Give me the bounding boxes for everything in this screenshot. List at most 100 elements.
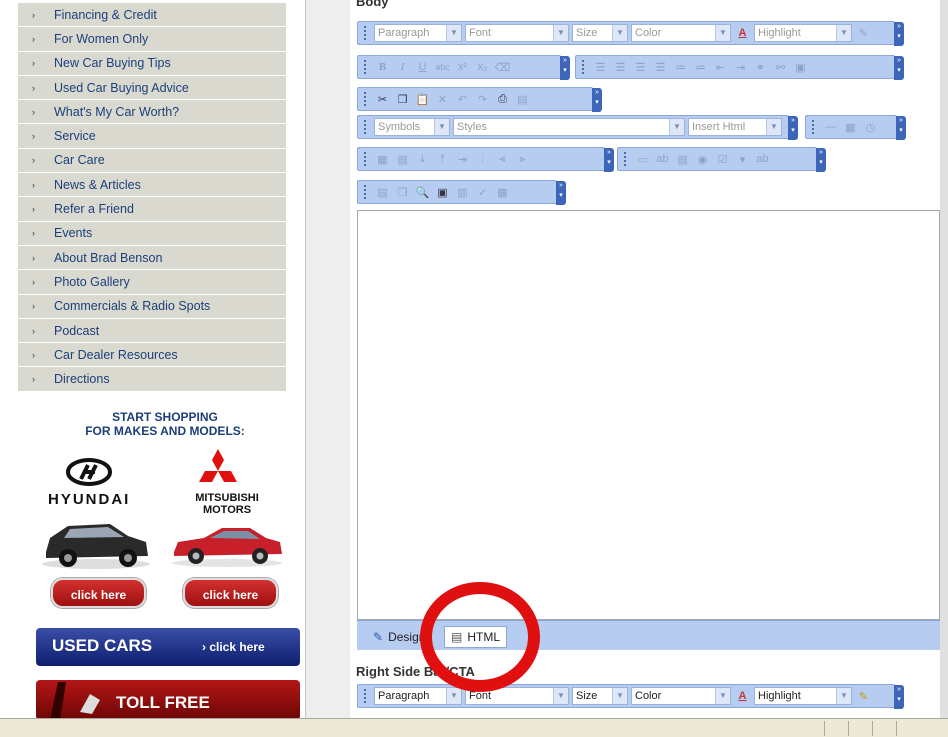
preview-icon[interactable]: 🔍: [414, 184, 431, 201]
toolbar-grip[interactable]: [364, 689, 368, 703]
checkbox-icon[interactable]: ☑: [714, 151, 731, 168]
symbols-dropdown[interactable]: Symbols ▼: [374, 118, 450, 136]
form-icon[interactable]: ▭: [634, 151, 651, 168]
toolbar-overflow-icon[interactable]: » ▾: [788, 116, 798, 140]
insert-col-icon[interactable]: ⤒: [434, 151, 451, 168]
toolbar-grip[interactable]: [364, 92, 368, 106]
mitsubishi-click-here-button[interactable]: click here: [183, 578, 278, 608]
insert-table-icon[interactable]: ▦: [374, 151, 391, 168]
textarea-icon[interactable]: ▤: [674, 151, 691, 168]
align-left-icon[interactable]: ☰: [592, 59, 609, 76]
clock-icon[interactable]: ◷: [862, 119, 879, 136]
insert-html-dropdown[interactable]: Insert Html ▼: [688, 118, 782, 136]
mitsubishi-logo-icon[interactable]: [196, 447, 240, 491]
properties-icon[interactable]: ▥: [454, 184, 471, 201]
font-color-icon[interactable]: A: [734, 25, 751, 42]
sidebar-nav-item[interactable]: › Car Dealer Resources: [18, 343, 286, 368]
sidebar-nav-item[interactable]: › What's My Car Worth?: [18, 100, 286, 125]
select-icon[interactable]: ▾: [734, 151, 751, 168]
highlight-dropdown[interactable]: Highlight ▼: [754, 687, 852, 705]
toolbar-grip[interactable]: [364, 185, 368, 199]
strikethrough-icon[interactable]: abc: [434, 59, 451, 76]
split-cell-icon[interactable]: ⫶: [474, 151, 491, 168]
eraser-icon[interactable]: ⌫: [494, 59, 511, 76]
save-icon[interactable]: ▤: [514, 91, 531, 108]
toolbar-overflow-icon[interactable]: » ▾: [592, 88, 602, 112]
unlink-icon[interactable]: ⚯: [772, 59, 789, 76]
sidebar-nav-item[interactable]: › Events: [18, 221, 286, 246]
radio-icon[interactable]: ◉: [694, 151, 711, 168]
hyundai-logo-icon[interactable]: [66, 457, 112, 487]
highlighter-icon[interactable]: ✎: [855, 25, 872, 42]
fullscreen-icon[interactable]: ▣: [434, 184, 451, 201]
sidebar-nav-item[interactable]: › News & Articles: [18, 173, 286, 198]
italic-icon[interactable]: I: [394, 59, 411, 76]
sidebar-nav-item[interactable]: › Service: [18, 124, 286, 149]
styles-dropdown[interactable]: Styles ▼: [453, 118, 685, 136]
delete-row-icon[interactable]: ⫷: [494, 151, 511, 168]
toolbar-grip[interactable]: [624, 152, 628, 166]
color-dropdown[interactable]: Color ▼: [631, 687, 731, 705]
page-icon[interactable]: ❐: [394, 184, 411, 201]
bullet-list-icon[interactable]: ≔: [692, 59, 709, 76]
merge-cells-icon[interactable]: ⇥: [454, 151, 471, 168]
toolbar-overflow-icon[interactable]: » ▾: [896, 116, 906, 140]
horizontal-rule-icon[interactable]: —: [822, 119, 839, 136]
numbered-list-icon[interactable]: ≔: [672, 59, 689, 76]
mitsubishi-sedan-image[interactable]: [170, 520, 284, 568]
hyundai-click-here-button[interactable]: click here: [51, 578, 146, 608]
print-icon[interactable]: ⎙: [494, 91, 511, 108]
link-icon[interactable]: ⚭: [752, 59, 769, 76]
toolbar-grip[interactable]: [364, 60, 368, 74]
delete-icon[interactable]: ✕: [434, 91, 451, 108]
sidebar-nav-item[interactable]: › Commercials & Radio Spots: [18, 294, 286, 319]
toolbar-overflow-icon[interactable]: » ▾: [560, 56, 570, 80]
size-dropdown[interactable]: Size ▼: [572, 24, 628, 42]
template-icon[interactable]: ▤: [374, 184, 391, 201]
color-dropdown[interactable]: Color ▼: [631, 24, 731, 42]
subscript-icon[interactable]: x₂: [474, 59, 491, 76]
size-dropdown[interactable]: Size ▼: [572, 687, 628, 705]
used-cars-banner[interactable]: USED CARS › click here: [36, 628, 300, 666]
toolbar-grip[interactable]: [582, 60, 586, 74]
outdent-icon[interactable]: ⇤: [712, 59, 729, 76]
bold-icon[interactable]: B: [374, 59, 391, 76]
sidebar-nav-item[interactable]: › Refer a Friend: [18, 197, 286, 222]
table-props-icon[interactable]: ▤: [394, 151, 411, 168]
button-icon[interactable]: ab: [754, 151, 771, 168]
superscript-icon[interactable]: x²: [454, 59, 471, 76]
table-icon[interactable]: ▦: [842, 119, 859, 136]
highlighter-icon[interactable]: ✎: [855, 688, 872, 705]
paste-icon[interactable]: 📋: [414, 91, 431, 108]
cut-icon[interactable]: ✂: [374, 91, 391, 108]
toolbar-grip[interactable]: [364, 152, 368, 166]
page-scrollbar[interactable]: [940, 0, 948, 718]
sidebar-nav-item[interactable]: › Podcast: [18, 318, 286, 344]
sidebar-nav-item[interactable]: › Car Care: [18, 148, 286, 174]
spellcheck-icon[interactable]: ✓: [474, 184, 491, 201]
indent-icon[interactable]: ⇥: [732, 59, 749, 76]
insert-row-icon[interactable]: ⤓: [414, 151, 431, 168]
justify-icon[interactable]: ☰: [652, 59, 669, 76]
undo-icon[interactable]: ↶: [454, 91, 471, 108]
font-color-icon[interactable]: A: [734, 688, 751, 705]
toolbar-grip[interactable]: [364, 120, 368, 134]
toolbar-grip[interactable]: [364, 26, 368, 40]
sidebar-nav-item[interactable]: › New Car Buying Tips: [18, 51, 286, 76]
toolbar-grip[interactable]: [812, 120, 816, 134]
toolbar-overflow-icon[interactable]: » ▾: [894, 22, 904, 46]
sidebar-nav-item[interactable]: › For Women Only: [18, 27, 286, 52]
toolbar-overflow-icon[interactable]: » ▾: [894, 685, 904, 709]
sidebar-nav-item[interactable]: › About Brad Benson: [18, 245, 286, 271]
align-right-icon[interactable]: ☰: [632, 59, 649, 76]
hyundai-suv-image[interactable]: [40, 514, 152, 570]
toolbar-overflow-icon[interactable]: » ▾: [604, 148, 614, 172]
used-cars-click-here[interactable]: › click here: [202, 640, 265, 654]
copy-icon[interactable]: ❐: [394, 91, 411, 108]
redo-icon[interactable]: ↷: [474, 91, 491, 108]
textbox-icon[interactable]: ab: [654, 151, 671, 168]
font-dropdown[interactable]: Font ▼: [465, 24, 569, 42]
paragraph-dropdown[interactable]: Paragraph ▼: [374, 687, 462, 705]
paragraph-dropdown[interactable]: Paragraph ▼: [374, 24, 462, 42]
sidebar-nav-item[interactable]: › Financing & Credit: [18, 3, 286, 28]
